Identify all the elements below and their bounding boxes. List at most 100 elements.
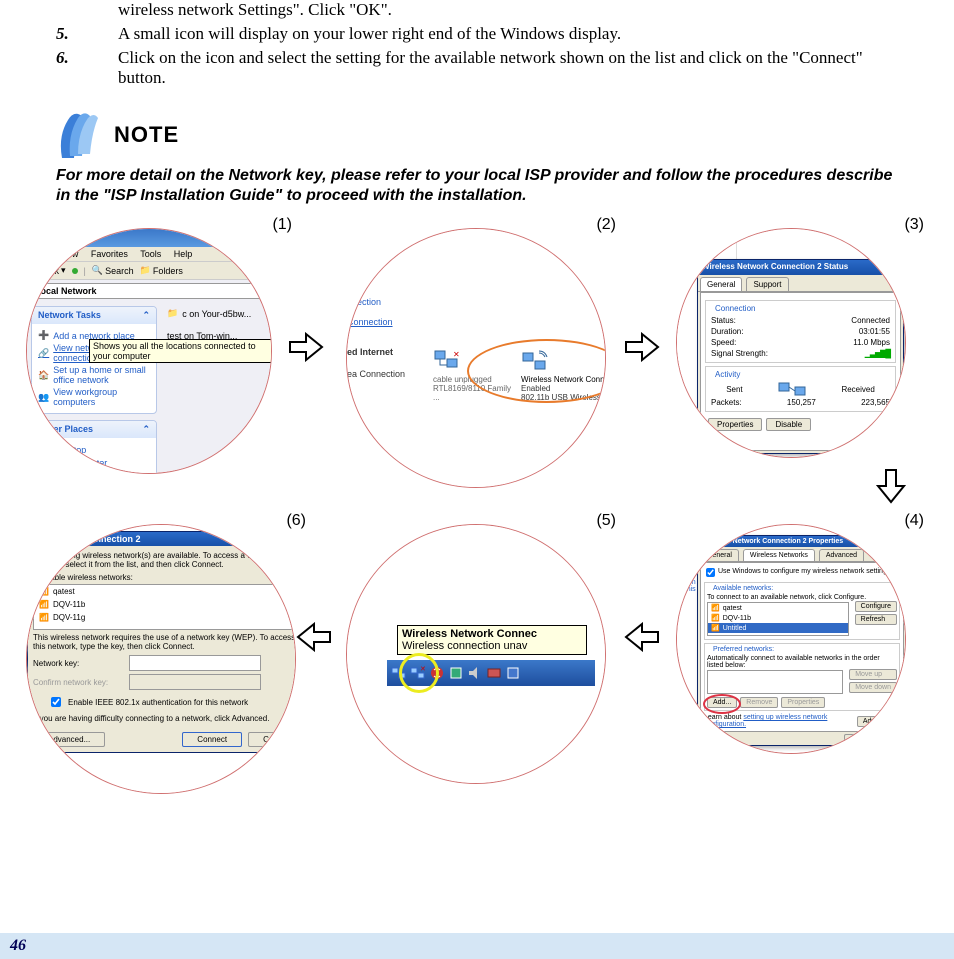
network-item-selected[interactable]: 📶Untitled	[708, 623, 848, 633]
dialog-title: Wireless Network Connection 2 Status	[702, 262, 848, 273]
activity-group: Activity	[713, 370, 742, 379]
menu-bar[interactable]: Edit View Favorites Tools Help	[27, 247, 272, 262]
collapse-icon[interactable]: ⌃	[142, 310, 150, 321]
move-down-button[interactable]: Move down	[849, 682, 897, 693]
back-icon	[31, 268, 37, 274]
configure-button[interactable]: Configure	[855, 601, 897, 612]
tab-advanced[interactable]: Advanced	[819, 549, 864, 561]
figure-label-3: (3)	[904, 216, 924, 234]
menu-tools[interactable]: Tools	[140, 249, 161, 259]
forward-icon[interactable]	[72, 268, 78, 274]
back-button[interactable]: Back ▾	[31, 265, 66, 276]
menu-view[interactable]: View	[59, 249, 78, 259]
collapse-icon[interactable]: ⌃	[142, 424, 150, 435]
tooltip-body: Wireless connection unav	[402, 640, 582, 652]
move-up-button[interactable]: Move up	[849, 669, 897, 680]
view-workgroup-link[interactable]: 👥View workgroup computers	[38, 387, 150, 407]
lan-icon[interactable]: ✕	[433, 349, 461, 373]
network-item[interactable]: 📶DQV-11g	[34, 611, 296, 624]
signal-label: Signal Strength:	[711, 349, 768, 358]
bg-gateway: Gateway	[679, 235, 734, 242]
folders-icon: 📁	[140, 265, 151, 276]
use-windows-label: Use Windows to configure my wireless net…	[718, 568, 890, 575]
step-5: 5. A small icon will display on your low…	[56, 24, 898, 44]
learn-link[interactable]: Learn about setting up wireless network …	[704, 714, 854, 728]
refresh-button[interactable]: Refresh	[855, 614, 897, 625]
properties-button[interactable]: Properties	[708, 418, 762, 431]
menu-edit[interactable]: Edit	[31, 249, 47, 259]
step-text-6: Click on the icon and select the setting…	[118, 48, 898, 88]
ok-button[interactable]: OK	[844, 734, 866, 745]
tab-wireless-networks[interactable]: Wireless Networks	[743, 549, 815, 561]
menu-help[interactable]: Help	[174, 249, 193, 259]
tab-support[interactable]: Support	[746, 277, 788, 291]
network-item[interactable]: 📶DQV-11b	[708, 613, 848, 623]
network-item[interactable]: 📶qatest	[34, 585, 296, 598]
setup-network-link[interactable]: 🏠Set up a home or small office network	[38, 365, 150, 385]
arrow-left-icon	[296, 622, 332, 652]
my-documents-link[interactable]: 📄My Documents	[38, 470, 150, 474]
note-label: NOTE	[114, 122, 179, 148]
close-icon[interactable]: ✕	[884, 262, 899, 273]
use-windows-checkbox[interactable]	[706, 568, 715, 577]
screenshot-1-network-places: ork Places Edit View Favorites Tools Hel…	[27, 229, 272, 474]
disable-button[interactable]: Disable	[766, 418, 811, 431]
ieee-checkbox[interactable]	[51, 697, 61, 707]
share-item-1[interactable]: c on Your-d5bw...	[182, 309, 251, 319]
search-button[interactable]: 🔍 Search	[92, 265, 134, 276]
tray-icon[interactable]	[505, 665, 521, 681]
arrow-right-icon	[624, 332, 660, 362]
antenna-icon: 📶	[711, 604, 720, 612]
speed-value: 11.0 Mbps	[853, 338, 890, 347]
side-text: nnection	[347, 295, 427, 309]
network-item[interactable]: 📶DQV-11b	[34, 598, 296, 611]
antenna-icon: 📶	[39, 613, 49, 622]
network-key-input[interactable]	[129, 655, 261, 671]
my-computer-link[interactable]: 💻My Computer	[38, 457, 150, 468]
network-tasks-heading: Network Tasks	[38, 310, 101, 321]
connect-button[interactable]: Connect	[182, 732, 242, 747]
cancel-button[interactable]: Cancel	[248, 732, 296, 747]
note-text: For more detail on the Network key, plea…	[56, 166, 898, 206]
received-label: Received	[841, 385, 874, 394]
difficulty-text: If you are having difficulty connecting …	[33, 714, 296, 723]
available-networks-list[interactable]: 📶qatest 📶DQV-11b 📶DQV-11g	[33, 584, 296, 630]
packets-received: 223,565	[861, 398, 890, 407]
step-6: 6. Click on the icon and select the sett…	[56, 48, 898, 88]
arrow-right-icon	[288, 332, 324, 362]
side-link[interactable]: Connection	[347, 315, 427, 329]
tab-general[interactable]: General	[700, 277, 742, 291]
tray-icon[interactable]	[448, 665, 464, 681]
signal-bars-icon: ▁▃▅▇█	[865, 349, 890, 358]
advanced-button[interactable]: Advanced...	[33, 732, 105, 747]
balloon-tooltip: Wireless Network Connec Wireless connect…	[397, 625, 587, 655]
preferred-networks-heading: Preferred networks:	[711, 646, 776, 653]
tab-general[interactable]: General	[700, 549, 739, 561]
add-icon: ➕	[38, 330, 49, 341]
network-item[interactable]: 📶qatest	[708, 603, 848, 613]
available-networks-heading: Available networks:	[711, 585, 775, 592]
intro-text: The following wireless network(s) are av…	[33, 551, 296, 569]
preferred-networks-text: Automatically connect to available netwo…	[707, 655, 897, 669]
status-dialog: Wireless Network Connection 2 Status ✕ G…	[697, 259, 904, 454]
folders-label: Folders	[153, 266, 183, 276]
tray-icon[interactable]	[486, 665, 502, 681]
properties-button[interactable]: Properties	[781, 697, 825, 708]
network-icon: 🔗	[38, 348, 49, 359]
remove-button[interactable]: Remove	[740, 697, 778, 708]
address-bar[interactable]: Local Network	[30, 283, 270, 299]
tooltip: Shows you all the locations connected to…	[89, 339, 272, 363]
back-label: Back	[39, 266, 59, 276]
folders-button[interactable]: 📁 Folders	[140, 265, 183, 276]
menu-favorites[interactable]: Favorites	[91, 249, 128, 259]
close-button[interactable]: Close	[858, 435, 896, 448]
desktop-link[interactable]: 🖥️Desktop	[38, 444, 150, 455]
cancel-button[interactable]: Cancel	[868, 734, 902, 745]
figure-label-1: (1)	[272, 216, 292, 234]
screenshot-3-status-dialog: Gateway LAN nnection 2 less Lan Net... W…	[677, 229, 906, 458]
volume-tray-icon[interactable]	[467, 665, 483, 681]
advanced-button[interactable]: Advanced	[857, 716, 900, 727]
home-icon: 🏠	[38, 370, 49, 381]
packets-sent: 150,257	[787, 398, 816, 407]
dialog-title: ss Network Connection 2	[28, 532, 296, 546]
